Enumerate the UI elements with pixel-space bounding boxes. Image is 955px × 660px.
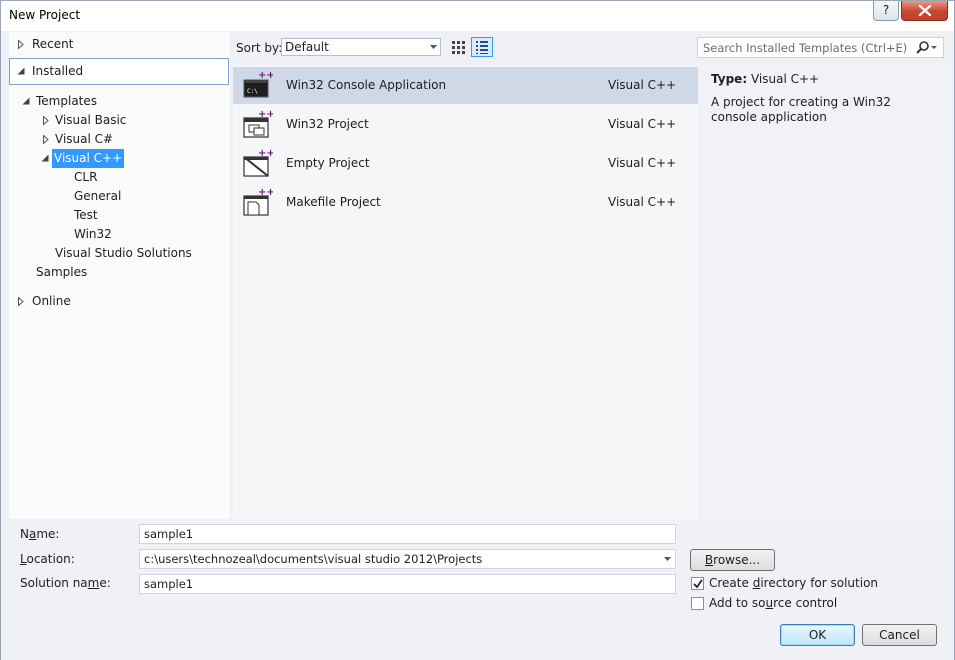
tree-item-recent[interactable]: Recent [9, 35, 224, 54]
search-icon[interactable] [916, 41, 938, 55]
chevron-down-icon[interactable] [664, 557, 671, 561]
template-name: Win32 Project [286, 117, 369, 131]
template-tree: Recent Installed Templates Visual Basic [9, 32, 230, 519]
template-name: Win32 Console Application [286, 78, 447, 92]
template-language: Visual C++ [608, 117, 677, 131]
close-icon [918, 5, 932, 16]
tree-label: Visual C# [55, 132, 114, 146]
template-type: Type: Visual C++ [711, 72, 819, 86]
tree-label: Installed [32, 64, 84, 78]
tree-label: Online [32, 294, 71, 308]
location-input[interactable]: c:\users\technozeal\documents\visual stu… [139, 549, 676, 569]
tree-label: Visual Basic [55, 113, 127, 127]
tree-label: Samples [36, 265, 88, 279]
add-source-control-label: Add to source control [709, 596, 838, 610]
template-row-empty-project[interactable]: ++ Empty Project Visual C++ [233, 145, 698, 182]
collapse-arrow-icon[interactable] [22, 92, 32, 111]
tree-label: CLR [74, 170, 98, 184]
template-language: Visual C++ [608, 195, 677, 209]
title-bar: New Project ? [1, 1, 954, 31]
tree-label: General [74, 189, 122, 203]
tree-item-visual-csharp[interactable]: Visual C# [9, 130, 224, 149]
tree-item-templates[interactable]: Templates [9, 92, 224, 111]
ok-button[interactable]: OK [780, 624, 855, 646]
template-language: Visual C++ [608, 78, 677, 92]
small-icons-view-button[interactable] [471, 37, 493, 57]
collapse-arrow-icon[interactable] [41, 149, 51, 168]
empty-project-icon: ++ [243, 148, 273, 177]
checkbox-unchecked[interactable] [691, 597, 704, 610]
medium-icons-view-button[interactable] [447, 37, 469, 57]
sort-value: Default [285, 40, 329, 54]
template-row-win32-project[interactable]: ++ Win32 Project Visual C++ [233, 106, 698, 143]
sort-dropdown[interactable]: Default [281, 38, 441, 56]
sort-bar: Sort by: Default [236, 37, 696, 59]
close-button[interactable] [901, 1, 948, 21]
template-row-makefile-project[interactable]: ++ Makefile Project Visual C++ [233, 184, 698, 221]
tree-label: Recent [32, 37, 74, 51]
svg-text:C:\: C:\ [247, 88, 258, 95]
svg-text:++: ++ [258, 187, 273, 198]
tree-item-visual-basic[interactable]: Visual Basic [9, 111, 224, 130]
expand-arrow-icon[interactable] [18, 292, 28, 311]
svg-text:++: ++ [258, 70, 273, 81]
list-view-icon [476, 41, 488, 54]
checkbox-checked[interactable] [691, 577, 704, 590]
type-value: Visual C++ [750, 72, 820, 86]
tree-label: Visual Studio Solutions [55, 246, 192, 260]
expand-arrow-icon[interactable] [43, 130, 53, 149]
template-language: Visual C++ [608, 156, 677, 170]
expand-arrow-icon[interactable] [43, 111, 53, 130]
tree-label: Win32 [74, 227, 112, 241]
solution-name-label: Solution name: [20, 576, 111, 590]
win32-project-icon: ++ [243, 109, 273, 138]
tree-item-visual-cpp[interactable]: Visual C++ [9, 149, 224, 168]
name-value: sample1 [144, 527, 194, 541]
template-description: A project for creating a Win32 console a… [711, 95, 891, 124]
help-button[interactable]: ? [873, 1, 899, 21]
template-details: Type: Visual C++ A project for creating … [700, 65, 948, 519]
tree-label: Test [74, 208, 98, 222]
grid-view-icon [452, 41, 465, 54]
tree-item-samples[interactable]: Samples [9, 263, 224, 282]
chevron-down-icon [430, 45, 437, 49]
collapse-arrow-icon[interactable] [17, 62, 27, 81]
sort-label: Sort by: [236, 41, 283, 55]
tree-label-selected: Visual C++ [52, 149, 125, 168]
console-app-icon: C:\ ++ [243, 70, 273, 98]
template-name: Empty Project [286, 156, 370, 170]
project-form: Name: sample1 Location: c:\users\technoz… [1, 519, 954, 660]
tree-item-online[interactable]: Online [9, 292, 224, 311]
search-placeholder: Search Installed Templates (Ctrl+E) [703, 41, 908, 55]
tree-item-installed[interactable]: Installed [9, 58, 229, 85]
location-value: c:\users\technozeal\documents\visual stu… [144, 552, 483, 566]
template-name: Makefile Project [286, 195, 381, 209]
tree-item-clr[interactable]: CLR [9, 168, 224, 187]
create-directory-label: Create directory for solution [709, 576, 879, 590]
new-project-dialog: New Project ? Recent Installed Templates… [0, 0, 955, 660]
solution-name-value: sample1 [144, 577, 194, 591]
makefile-project-icon: ++ [243, 187, 273, 216]
checkmark-icon [693, 579, 703, 589]
template-row-win32-console[interactable]: C:\ ++ Win32 Console Application Visual … [233, 67, 698, 104]
tree-item-test[interactable]: Test [9, 206, 224, 225]
svg-text:++: ++ [258, 148, 273, 159]
tree-item-win32[interactable]: Win32 [9, 225, 224, 244]
template-search-input[interactable]: Search Installed Templates (Ctrl+E) [697, 37, 944, 58]
tree-item-general[interactable]: General [9, 187, 224, 206]
tree-item-vs-solutions[interactable]: Visual Studio Solutions [9, 244, 224, 263]
location-label: Location: [20, 552, 75, 566]
name-label: Name: [20, 527, 60, 541]
dialog-title: New Project [9, 8, 81, 22]
svg-text:++: ++ [258, 109, 273, 120]
tree-label: Templates [36, 94, 98, 108]
browse-button[interactable]: Browse... [690, 549, 775, 571]
solution-name-input[interactable]: sample1 [139, 574, 676, 594]
expand-arrow-icon[interactable] [18, 35, 28, 54]
type-label: Type: [711, 72, 748, 86]
cancel-button[interactable]: Cancel [862, 624, 937, 646]
template-list: C:\ ++ Win32 Console Application Visual … [233, 65, 698, 519]
name-input[interactable]: sample1 [139, 524, 676, 544]
